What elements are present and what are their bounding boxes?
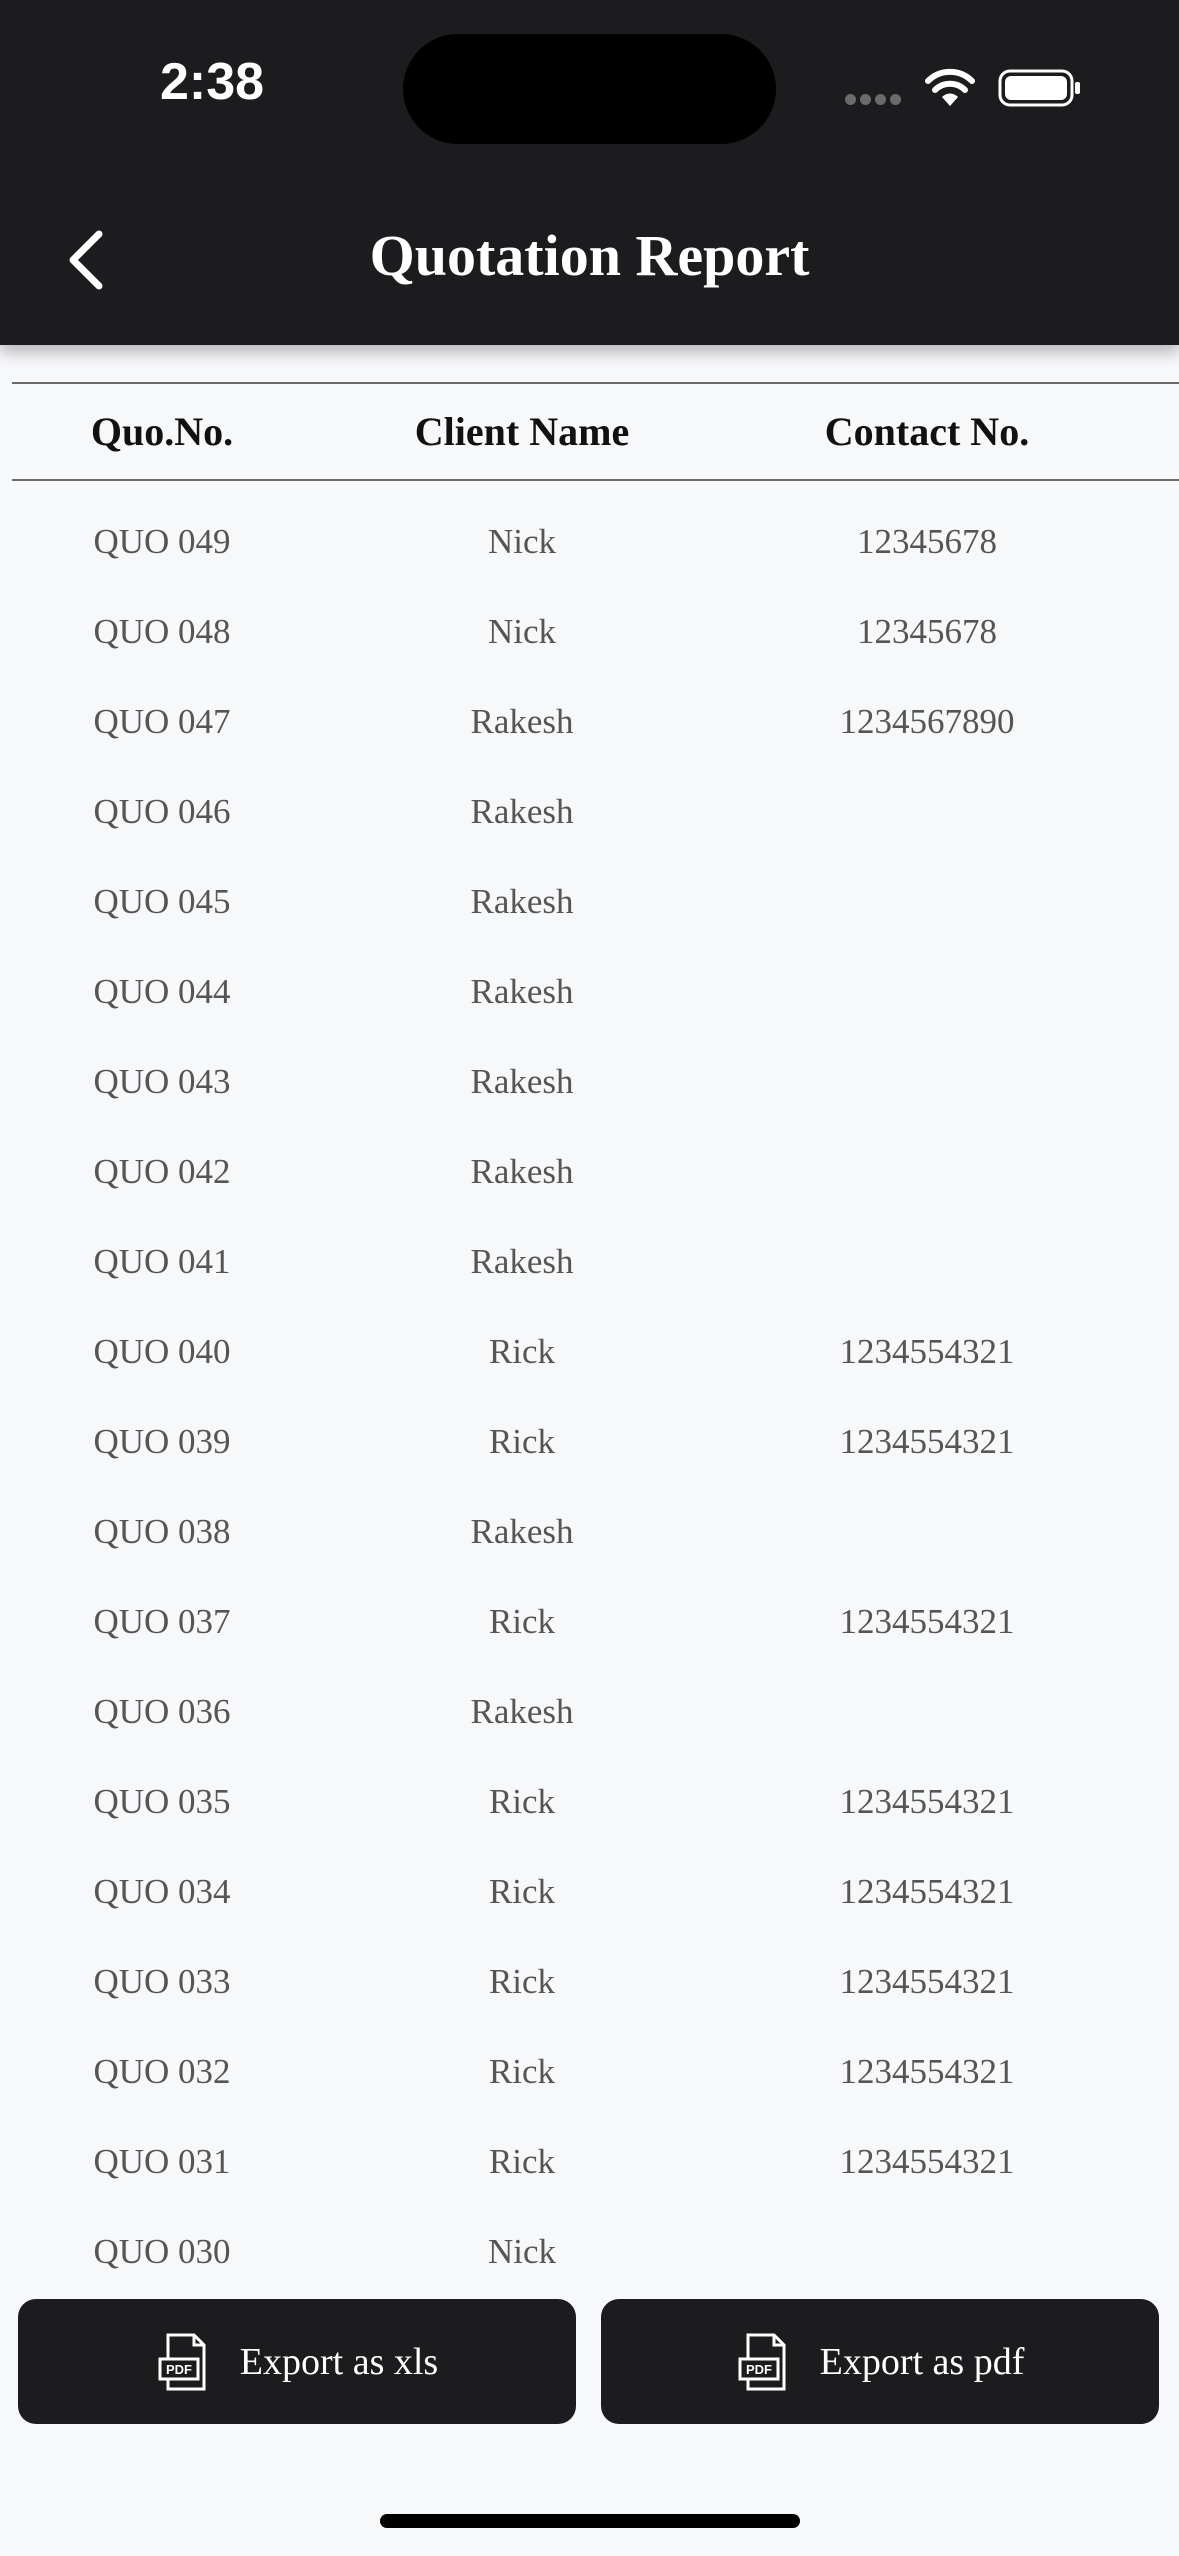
client-name-cell: Rakesh: [470, 1242, 574, 1281]
table-row[interactable]: QUO 042 Rakesh: [0, 1130, 1179, 1220]
client-name-cell: Rakesh: [470, 1062, 574, 1101]
quote-number-cell: QUO 040: [93, 1332, 231, 1371]
client-name-cell: Rakesh: [470, 882, 574, 921]
battery-icon: [998, 69, 1080, 107]
client-name-cell: Rick: [488, 1332, 556, 1371]
client-name-cell: Nick: [487, 2232, 557, 2271]
page-title: Quotation Report: [369, 223, 810, 288]
table-row[interactable]: QUO 040 Rick 1234554321: [0, 1310, 1179, 1400]
cellular-signal-icon: [845, 92, 905, 110]
contact-number-cell: 1234554321: [839, 1602, 1015, 1641]
quote-number-cell: QUO 047: [93, 702, 231, 741]
client-name-cell: Rick: [488, 2052, 556, 2091]
table-header: Quo.No. Client Name Contact No.: [0, 384, 1179, 479]
table-row[interactable]: QUO 031 Rick 1234554321: [0, 2120, 1179, 2210]
client-name-cell: Rakesh: [470, 1152, 574, 1191]
table-row[interactable]: QUO 043 Rakesh: [0, 1040, 1179, 1130]
column-header-client-name: Client Name: [414, 409, 630, 454]
table-row[interactable]: QUO 032 Rick 1234554321: [0, 2030, 1179, 2120]
quote-number-cell: QUO 036: [93, 1692, 231, 1731]
client-name-cell: Rick: [488, 1602, 556, 1641]
contact-number-cell: 1234567890: [839, 702, 1015, 741]
quote-number-cell: QUO 045: [93, 882, 231, 921]
table-body[interactable]: QUO 049 Nick 12345678 QUO 048 Nick 12345678 QU…: [0, 500, 1179, 2290]
table-row[interactable]: QUO 047 Rakesh 1234567890: [0, 680, 1179, 770]
client-name-cell: Rakesh: [470, 1512, 574, 1551]
export-pdf-button[interactable]: PDF Export as pdf: [601, 2299, 1159, 2424]
quote-number-cell: QUO 031: [93, 2142, 231, 2181]
client-name-cell: Rick: [488, 1962, 556, 2001]
quote-number-cell: QUO 030: [93, 2232, 231, 2271]
contact-number-cell: 1234554321: [839, 1422, 1015, 1461]
quote-number-cell: QUO 033: [93, 1962, 231, 2001]
quote-number-cell: QUO 042: [93, 1152, 231, 1191]
contact-number-cell: 1234554321: [839, 2142, 1015, 2181]
column-header-quo-no: Quo.No.: [90, 409, 234, 454]
client-name-cell: Rakesh: [470, 702, 574, 741]
quote-number-cell: QUO 035: [93, 1782, 231, 1821]
table-header-divider: [12, 479, 1179, 481]
client-name-cell: Nick: [487, 522, 557, 561]
table-row[interactable]: QUO 034 Rick 1234554321: [0, 1850, 1179, 1940]
quote-number-cell: QUO 046: [93, 792, 231, 831]
contact-number-cell: 1234554321: [839, 1962, 1015, 2001]
table-row[interactable]: QUO 037 Rick 1234554321: [0, 1580, 1179, 1670]
quote-number-cell: QUO 032: [93, 2052, 231, 2091]
table-row[interactable]: QUO 030 Nick: [0, 2210, 1179, 2290]
quote-number-cell: QUO 048: [93, 612, 231, 651]
table-row[interactable]: QUO 033 Rick 1234554321: [0, 1940, 1179, 2030]
contact-number-cell: 1234554321: [839, 1332, 1015, 1371]
pdf-icon-text: PDF: [166, 2362, 192, 2377]
export-pdf-label: Export as pdf: [819, 2340, 1025, 2383]
contact-number-cell: 12345678: [857, 522, 997, 561]
table-row[interactable]: QUO 039 Rick 1234554321: [0, 1400, 1179, 1490]
export-xls-label: Export as xls: [239, 2340, 439, 2383]
quote-number-cell: QUO 044: [93, 972, 231, 1011]
table-row[interactable]: QUO 035 Rick 1234554321: [0, 1760, 1179, 1850]
contact-number-cell: 12345678: [857, 612, 997, 651]
status-time: 2:38: [160, 53, 265, 111]
app-header: 2:38 Quotation Report: [0, 0, 1179, 345]
quote-number-cell: QUO 034: [93, 1872, 231, 1911]
client-name-cell: Rakesh: [470, 972, 574, 1011]
quote-number-cell: QUO 038: [93, 1512, 231, 1551]
contact-number-cell: 1234554321: [839, 1782, 1015, 1821]
wifi-icon: [925, 68, 975, 106]
dynamic-island: [403, 34, 776, 144]
table-row[interactable]: QUO 046 Rakesh: [0, 770, 1179, 860]
quote-number-cell: QUO 049: [93, 522, 231, 561]
quote-number-cell: QUO 043: [93, 1062, 231, 1101]
client-name-cell: Rick: [488, 1782, 556, 1821]
quote-number-cell: QUO 041: [93, 1242, 231, 1281]
client-name-cell: Rick: [488, 1872, 556, 1911]
client-name-cell: Rakesh: [470, 792, 574, 831]
quote-number-cell: QUO 039: [93, 1422, 231, 1461]
table-row[interactable]: QUO 048 Nick 12345678: [0, 590, 1179, 680]
table-row[interactable]: QUO 045 Rakesh: [0, 860, 1179, 950]
table-row[interactable]: QUO 038 Rakesh: [0, 1490, 1179, 1580]
contact-number-cell: 1234554321: [839, 1872, 1015, 1911]
home-indicator: [380, 2514, 800, 2528]
table-row[interactable]: QUO 041 Rakesh: [0, 1220, 1179, 1310]
export-footer: PDF Export as xls PDF Export as pdf: [0, 2290, 1179, 2556]
export-xls-button[interactable]: PDF Export as xls: [18, 2299, 576, 2424]
table-row[interactable]: QUO 044 Rakesh: [0, 950, 1179, 1040]
table-row[interactable]: QUO 036 Rakesh: [0, 1670, 1179, 1760]
contact-number-cell: 1234554321: [839, 2052, 1015, 2091]
client-name-cell: Rick: [488, 1422, 556, 1461]
quote-number-cell: QUO 037: [93, 1602, 231, 1641]
column-header-contact-no: Contact No.: [824, 409, 1030, 454]
client-name-cell: Nick: [487, 612, 557, 651]
pdf-file-icon: PDF: [738, 2333, 786, 2390]
table-row[interactable]: QUO 049 Nick 12345678: [0, 500, 1179, 590]
client-name-cell: Rick: [488, 2142, 556, 2181]
pdf-file-icon: PDF: [158, 2333, 206, 2390]
pdf-icon-text: PDF: [746, 2362, 772, 2377]
client-name-cell: Rakesh: [470, 1692, 574, 1731]
